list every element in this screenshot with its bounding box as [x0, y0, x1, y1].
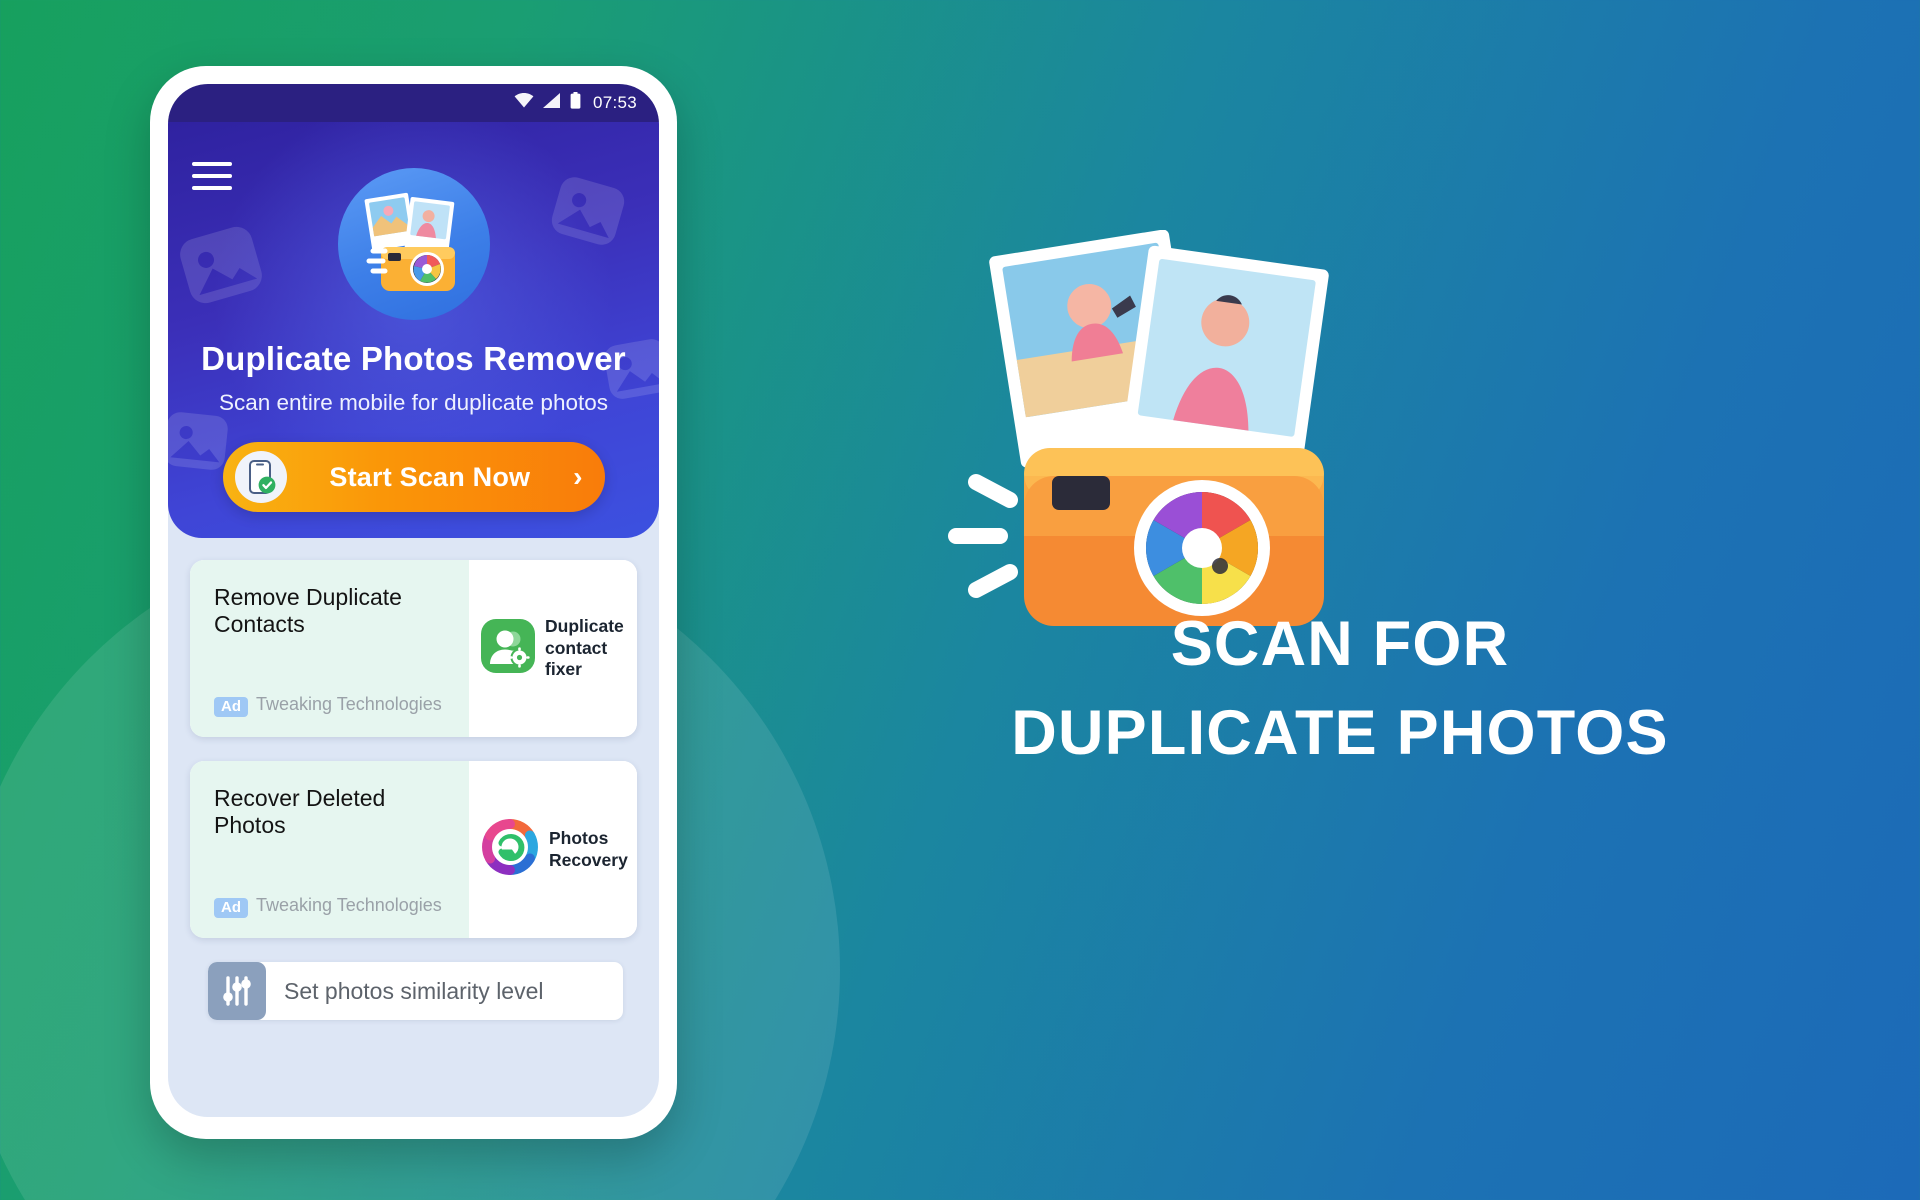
hero-section: Duplicate Photos Remover Scan entire mob… [168, 122, 659, 538]
ad-title: Recover Deleted Photos [214, 785, 386, 838]
ad-card-right[interactable]: Duplicate contact fixer [469, 560, 637, 737]
photo-frame-watermark-icon [174, 221, 268, 310]
phone-check-icon [234, 451, 287, 503]
wifi-icon [514, 93, 534, 113]
battery-icon [570, 92, 581, 114]
ad-card[interactable]: Remove Duplicate Contacts Ad Tweaking Te… [190, 560, 637, 737]
ad-attribution: Ad Tweaking Technologies [214, 694, 453, 723]
ad-brand: Duplicate contact fixer [545, 615, 624, 680]
ad-card-left: Remove Duplicate Contacts Ad Tweaking Te… [190, 560, 469, 737]
status-bar: 07:53 [168, 84, 659, 122]
phone-screen: 07:53 Duplicate Photos Remover Scan enti… [168, 84, 659, 1117]
ad-title: Remove Duplicate Contacts [214, 584, 402, 637]
photos-recovery-icon [481, 818, 539, 881]
ad-badge: Ad [214, 697, 248, 717]
promo-headline-line2: DUPLICATE PHOTOS [1011, 698, 1669, 769]
ad-brand: Photos Recovery [549, 827, 628, 870]
promo-panel: SCAN FOR DUPLICATE PHOTOS [760, 0, 1920, 1200]
ad-card-right[interactable]: Photos Recovery [469, 761, 637, 938]
contact-fixer-icon [481, 619, 535, 678]
app-icon [337, 168, 490, 320]
similarity-level-label: Set photos similarity level [284, 977, 544, 1004]
ad-card[interactable]: Recover Deleted Photos Ad Tweaking Techn… [190, 761, 637, 938]
signal-icon [542, 93, 561, 113]
start-scan-button[interactable]: Start Scan Now › [222, 442, 605, 512]
phone-mockup: 07:53 Duplicate Photos Remover Scan enti… [150, 66, 677, 1139]
ad-advertiser: Tweaking Technologies [256, 694, 442, 714]
page-subtitle: Scan entire mobile for duplicate photos [219, 390, 608, 415]
photo-frame-watermark-icon [168, 409, 231, 473]
promo-headline: SCAN FOR DUPLICATE PHOTOS [760, 600, 1920, 779]
camera-photos-illustration [920, 229, 1440, 655]
hamburger-menu-icon[interactable] [192, 162, 232, 190]
photo-frame-watermark-icon [546, 172, 630, 251]
ad-badge: Ad [214, 898, 248, 918]
lower-content: Remove Duplicate Contacts Ad Tweaking Te… [168, 538, 659, 1117]
similarity-level-row[interactable]: Set photos similarity level [208, 962, 623, 1020]
promo-headline-line1: SCAN FOR [1170, 609, 1510, 679]
chevron-right-icon: › [573, 461, 583, 492]
ad-card-left: Recover Deleted Photos Ad Tweaking Techn… [190, 761, 469, 938]
status-time: 07:53 [592, 93, 637, 112]
sliders-icon [208, 962, 266, 1020]
ad-attribution: Ad Tweaking Technologies [214, 895, 453, 924]
page-title: Duplicate Photos Remover [201, 340, 626, 377]
ad-advertiser: Tweaking Technologies [256, 895, 442, 915]
start-scan-label: Start Scan Now [329, 461, 531, 492]
